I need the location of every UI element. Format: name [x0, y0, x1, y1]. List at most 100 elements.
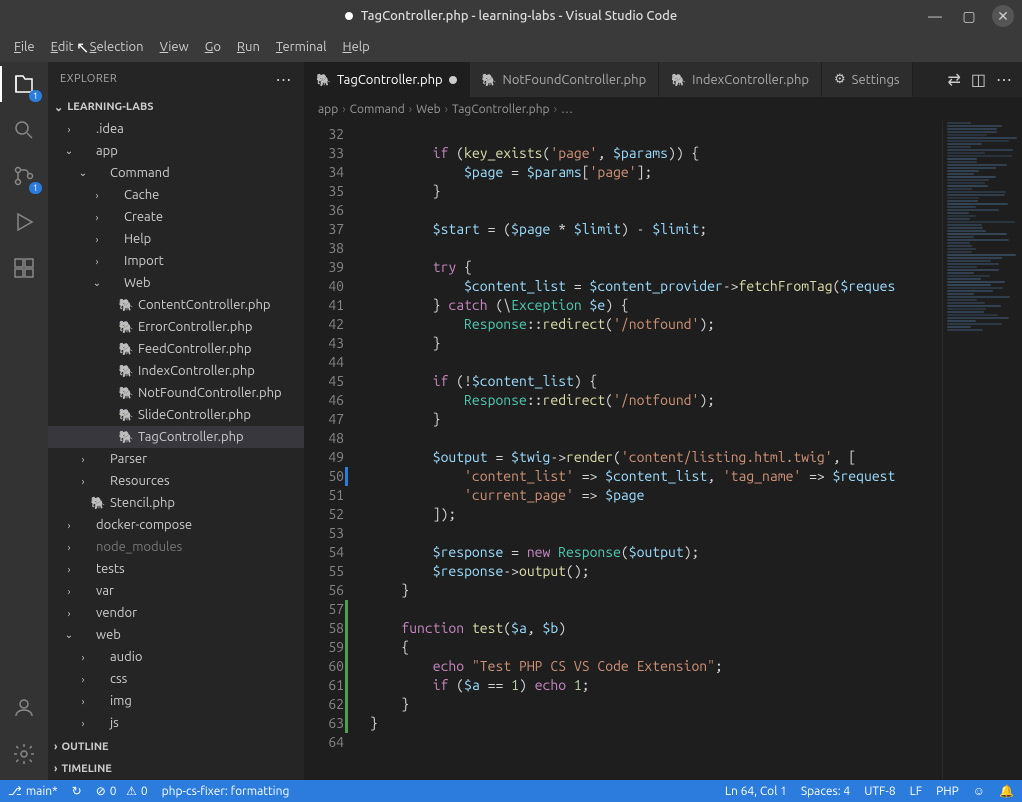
folder-command[interactable]: ⌄Command — [48, 162, 304, 184]
folder-.idea[interactable]: ›.idea — [48, 118, 304, 140]
minimap[interactable] — [942, 121, 1022, 780]
tab-notfoundcontroller-php[interactable]: 🐘NotFoundController.php — [470, 62, 660, 97]
maximize-button[interactable]: ▢ — [958, 5, 980, 27]
code-line[interactable] — [370, 239, 942, 258]
code-line[interactable]: Response::redirect('/notfound'); — [370, 391, 942, 410]
code-line[interactable]: } — [370, 182, 942, 201]
folder-import[interactable]: ›Import — [48, 250, 304, 272]
code-line[interactable]: 'current_page' => $page — [370, 486, 942, 505]
encoding-status[interactable]: UTF-8 — [864, 785, 895, 798]
file-contentcontroller.php[interactable]: 🐘ContentController.php — [48, 294, 304, 316]
settings-gear-icon[interactable] — [10, 740, 38, 768]
code-line[interactable]: } — [370, 334, 942, 353]
folder-vendor[interactable]: ›vendor — [48, 602, 304, 624]
cursor-position[interactable]: Ln 64, Col 1 — [725, 785, 787, 798]
folder-help[interactable]: ›Help — [48, 228, 304, 250]
minimize-button[interactable]: — — [924, 5, 946, 27]
code-line[interactable]: 'content_list' => $content_list, 'tag_na… — [370, 467, 942, 486]
code-line[interactable] — [370, 600, 942, 619]
explorer-more-icon[interactable]: ⋯ — [276, 70, 293, 89]
tab-indexcontroller-php[interactable]: 🐘IndexController.php — [659, 62, 822, 97]
tab-settings[interactable]: ⚙Settings — [822, 62, 913, 97]
sync-status[interactable]: ↻ — [72, 784, 82, 798]
folder-js[interactable]: ›js — [48, 712, 304, 734]
folder-parser[interactable]: ›Parser — [48, 448, 304, 470]
code-line[interactable]: function test($a, $b) — [370, 619, 942, 638]
explorer-icon[interactable]: 1 — [10, 70, 38, 98]
folder-cache[interactable]: ›Cache — [48, 184, 304, 206]
code-line[interactable]: } — [370, 695, 942, 714]
file-slidecontroller.php[interactable]: 🐘SlideController.php — [48, 404, 304, 426]
menu-selection[interactable]: Selection — [82, 40, 152, 54]
menu-view[interactable]: View — [152, 40, 197, 54]
code-line[interactable]: Response::redirect('/notfound'); — [370, 315, 942, 334]
code-line[interactable] — [370, 524, 942, 543]
folder-tests[interactable]: ›tests — [48, 558, 304, 580]
code-editor[interactable]: 3233343536373839404142434445464748495051… — [304, 121, 1022, 780]
code-line[interactable]: ]); — [370, 505, 942, 524]
menu-go[interactable]: Go — [197, 40, 229, 54]
outline-section[interactable]: › OUTLINE — [48, 736, 304, 758]
folder-var[interactable]: ›var — [48, 580, 304, 602]
breadcrumb-item[interactable]: Command — [350, 103, 405, 116]
code-line[interactable] — [370, 733, 942, 752]
code-line[interactable] — [370, 125, 942, 144]
code-line[interactable]: try { — [370, 258, 942, 277]
code-line[interactable]: if (!$content_list) { — [370, 372, 942, 391]
menu-help[interactable]: Help — [335, 40, 378, 54]
menu-edit[interactable]: Edit — [43, 40, 82, 54]
language-status[interactable]: PHP — [936, 785, 959, 798]
breadcrumbs[interactable]: app›Command›Web›TagController.php›… — [304, 97, 1022, 121]
branch-status[interactable]: ⎇ main* — [8, 784, 58, 798]
file-indexcontroller.php[interactable]: 🐘IndexController.php — [48, 360, 304, 382]
file-notfoundcontroller.php[interactable]: 🐘NotFoundController.php — [48, 382, 304, 404]
breadcrumb-item[interactable]: Web — [416, 103, 441, 116]
code-line[interactable]: $response->output(); — [370, 562, 942, 581]
breadcrumb-item[interactable]: app — [318, 103, 338, 116]
formatter-status[interactable]: php-cs-fixer: formatting — [162, 785, 290, 798]
notifications-icon[interactable]: 🔔 — [999, 784, 1014, 798]
code-line[interactable]: $page = $params['page']; — [370, 163, 942, 182]
tab-tagcontroller-php[interactable]: 🐘TagController.php — [304, 62, 470, 97]
code-line[interactable]: $content_list = $content_provider->fetch… — [370, 277, 942, 296]
file-feedcontroller.php[interactable]: 🐘FeedController.php — [48, 338, 304, 360]
breadcrumb-item[interactable]: … — [561, 103, 573, 116]
code-line[interactable]: $output = $twig->render('content/listing… — [370, 448, 942, 467]
code-line[interactable]: if (key_exists('page', $params)) { — [370, 144, 942, 163]
code-line[interactable]: } catch (\Exception $e) { — [370, 296, 942, 315]
file-tagcontroller.php[interactable]: 🐘TagController.php — [48, 426, 304, 448]
code-line[interactable]: { — [370, 638, 942, 657]
indentation-status[interactable]: Spaces: 4 — [801, 785, 850, 798]
run-debug-icon[interactable] — [10, 208, 38, 236]
folder-resources[interactable]: ›Resources — [48, 470, 304, 492]
menu-run[interactable]: Run — [229, 40, 268, 54]
timeline-section[interactable]: › TIMELINE — [48, 758, 304, 780]
folder-web[interactable]: ⌄web — [48, 624, 304, 646]
folder-audio[interactable]: ›audio — [48, 646, 304, 668]
file-errorcontroller.php[interactable]: 🐘ErrorController.php — [48, 316, 304, 338]
feedback-icon[interactable]: ☺ — [973, 784, 985, 798]
file-stencil.php[interactable]: 🐘Stencil.php — [48, 492, 304, 514]
close-button[interactable]: ✕ — [992, 5, 1014, 27]
extensions-icon[interactable] — [10, 254, 38, 282]
menu-file[interactable]: File — [6, 40, 43, 54]
code-line[interactable]: echo "Test PHP CS VS Code Extension"; — [370, 657, 942, 676]
search-icon[interactable] — [10, 116, 38, 144]
accounts-icon[interactable] — [10, 694, 38, 722]
code-line[interactable] — [370, 429, 942, 448]
more-actions-icon[interactable]: ⋯ — [996, 70, 1012, 89]
folder-node_modules[interactable]: ›node_modules — [48, 536, 304, 558]
menu-terminal[interactable]: Terminal — [268, 40, 335, 54]
code-line[interactable] — [370, 353, 942, 372]
code-line[interactable]: $response = new Response($output); — [370, 543, 942, 562]
split-editor-icon[interactable]: ◫ — [971, 70, 986, 89]
code-line[interactable]: } — [370, 581, 942, 600]
folder-web[interactable]: ⌄Web — [48, 272, 304, 294]
code-content[interactable]: if (key_exists('page', $params)) { $page… — [358, 121, 942, 780]
code-line[interactable] — [370, 201, 942, 220]
folder-app[interactable]: ⌄app — [48, 140, 304, 162]
folder-docker-compose[interactable]: ›docker-compose — [48, 514, 304, 536]
source-control-icon[interactable]: 1 — [10, 162, 38, 190]
code-line[interactable]: } — [370, 714, 942, 733]
code-line[interactable]: if ($a == 1) echo 1; — [370, 676, 942, 695]
